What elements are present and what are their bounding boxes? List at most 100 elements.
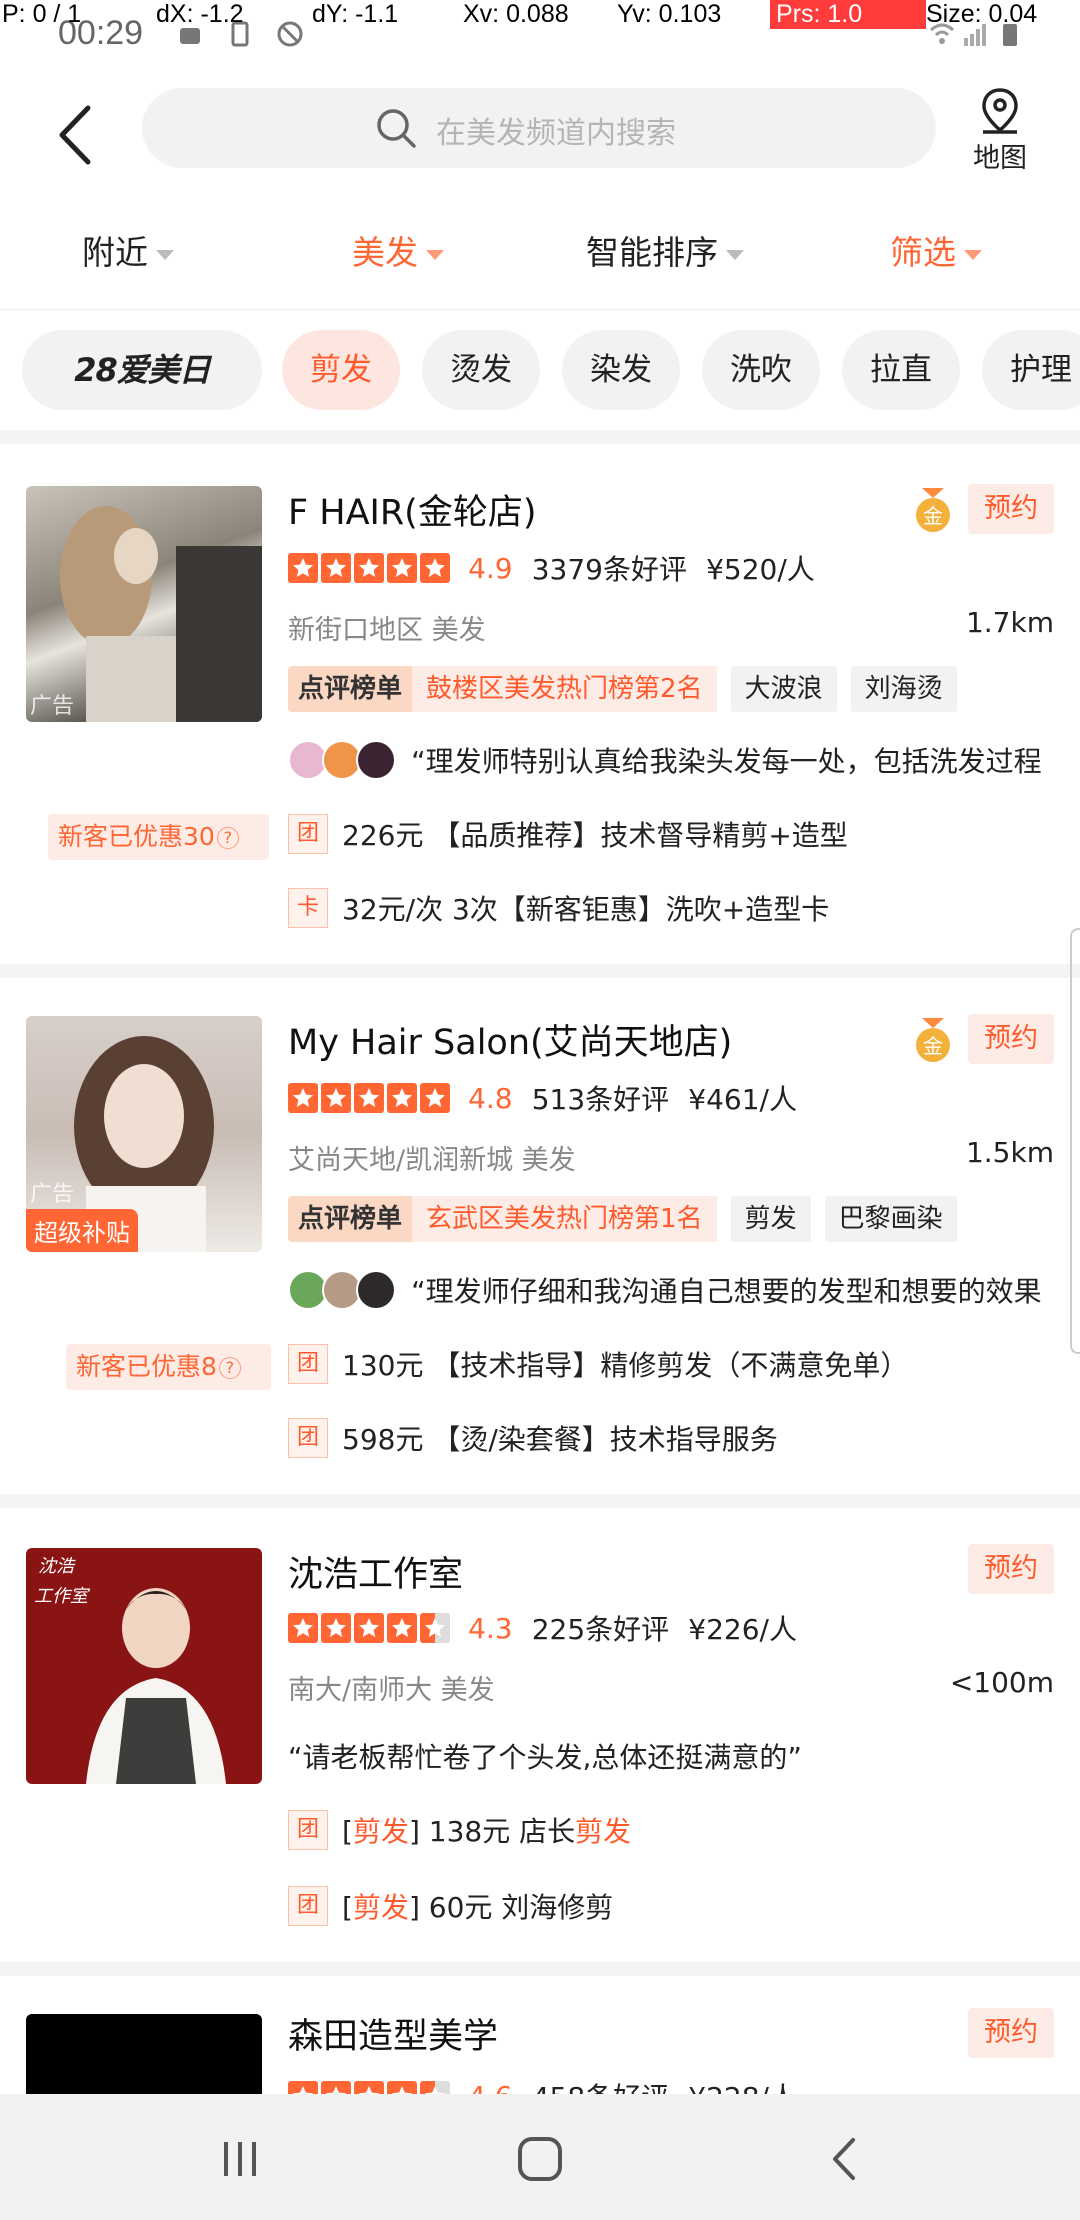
deal-item[interactable]: 团 598元 【烫/染套餐】技术指导服务: [288, 1418, 778, 1466]
pointer-debug-overlay: P: 0 / 1 dX: -1.2 dY: -1.1 Xv: 0.088 Yv:…: [0, 0, 1080, 34]
shop-area: 南大/南师大 美发: [288, 1675, 495, 1706]
shop-thumbnail[interactable]: 广告: [26, 486, 262, 722]
star-icon: [354, 1613, 384, 1643]
chip-dye[interactable]: 染发: [562, 330, 680, 410]
help-icon[interactable]: ?: [216, 827, 239, 849]
search-input[interactable]: 在美发频道内搜索: [142, 88, 936, 168]
shop-thumbnail[interactable]: 沈浩 工作室: [26, 1548, 262, 1784]
avatar: [356, 740, 396, 780]
ranking-text: 玄武区美发热门榜第1名: [412, 1196, 717, 1242]
rating-row: 4.8 513条好评 ¥461/人: [288, 1078, 797, 1118]
avg-price: ¥228/人: [688, 2076, 797, 2094]
rating-score: 4.9: [468, 551, 513, 585]
deal-item[interactable]: 团 [剪发] 138元 店长剪发: [288, 1810, 631, 1858]
shop-distance: 1.5km: [965, 1136, 1054, 1169]
book-button[interactable]: 预约: [968, 1544, 1054, 1594]
shop-thumbnail[interactable]: [26, 2014, 262, 2094]
review-snippet[interactable]: “理发师特别认真给我染头发每一处，包括洗发过程: [288, 738, 1058, 782]
shop-thumbnail[interactable]: 广告 超级补贴: [26, 1016, 262, 1252]
filter-category[interactable]: 美发: [352, 226, 444, 274]
map-label: 地图: [973, 143, 1027, 174]
help-icon[interactable]: ?: [218, 1357, 241, 1379]
star-icon: [288, 1613, 318, 1643]
shop-card[interactable]: 广告 F HAIR(金轮店) 金 预约 4.9 3379条好评 ¥520/人 新…: [0, 448, 1080, 968]
card-icon: 卡: [288, 888, 328, 928]
shop-photo: 沈浩工作室: [34, 1556, 226, 1784]
deal-item[interactable]: 团 [剪发] 60元 刘海修剪: [288, 1886, 613, 1934]
ranking-row[interactable]: 点评榜单 玄武区美发热门榜第1名 剪发 巴黎画染: [288, 1196, 957, 1242]
star-rating: [288, 1613, 453, 1643]
deal-bracket-open: [: [342, 1815, 353, 1848]
home-icon[interactable]: [510, 2134, 570, 2184]
gold-medal-icon: 金: [916, 1018, 950, 1062]
book-button[interactable]: 预约: [968, 484, 1054, 534]
back-arrow-icon[interactable]: [46, 100, 106, 170]
scroll-indicator[interactable]: [1070, 928, 1080, 1354]
filter-sort[interactable]: 智能排序: [586, 226, 744, 274]
svg-text:金: 金: [923, 1034, 943, 1058]
map-pin-icon: [982, 88, 1018, 134]
section-divider: [0, 964, 1080, 978]
chevron-down-icon: [156, 249, 174, 260]
shop-name[interactable]: My Hair Salon(艾尚天地店): [288, 1014, 732, 1065]
deal-item[interactable]: 团 226元 【品质推荐】技术督导精剪+造型: [288, 814, 848, 862]
star-icon: [321, 1613, 351, 1643]
shop-name[interactable]: 森田造型美学: [288, 2008, 498, 2059]
chevron-down-icon: [964, 249, 982, 260]
chevron-down-icon: [426, 249, 444, 260]
filter-nearby-label: 附近: [82, 233, 148, 272]
review-snippet[interactable]: “理发师仔细和我沟通自己想要的发型和想要的效果: [288, 1268, 1058, 1312]
review-text: “理发师特别认真给我染头发每一处，包括洗发过程: [411, 745, 1042, 778]
shop-tag[interactable]: 剪发: [730, 1196, 811, 1242]
star-icon: [420, 2081, 450, 2094]
chip-wash-blow[interactable]: 洗吹: [702, 330, 820, 410]
filter-sort-label: 智能排序: [586, 233, 718, 272]
back-icon[interactable]: [815, 2134, 875, 2184]
rating-row: 4.9 3379条好评 ¥520/人: [288, 548, 815, 588]
shop-card[interactable]: 森田造型美学 预约 4.6 458条好评 ¥228/人: [0, 1976, 1080, 2094]
deal-item[interactable]: 卡 32元/次 3次【新客钜惠】洗吹+造型卡: [288, 888, 829, 936]
review-count: 513条好评: [531, 1083, 670, 1116]
star-icon: [354, 553, 384, 583]
shop-name[interactable]: F HAIR(金轮店): [288, 484, 536, 535]
deal-item[interactable]: 团 130元 【技术指导】精修剪发（不满意免单）: [288, 1344, 908, 1392]
search-placeholder: 在美发频道内搜索: [436, 116, 676, 151]
debug-dx: dX: -1.2: [156, 0, 244, 28]
deal-keyword: 剪发: [352, 1815, 409, 1848]
svg-text:工作室: 工作室: [34, 1586, 91, 1607]
shop-tag[interactable]: 巴黎画染: [824, 1196, 957, 1242]
star-rating: [288, 2081, 453, 2094]
deal-text: 226元 【品质推荐】技术督导精剪+造型: [342, 819, 848, 852]
shop-card[interactable]: 广告 超级补贴 My Hair Salon(艾尚天地店) 金 预约 4.8 51…: [0, 978, 1080, 1494]
ad-label: 广告: [30, 694, 75, 719]
ranking-row[interactable]: 点评榜单 鼓楼区美发热门榜第2名 大波浪 刘海烫: [288, 666, 957, 712]
star-icon: [387, 2081, 417, 2094]
star-icon: [288, 553, 318, 583]
group-buy-icon: 团: [288, 1418, 328, 1458]
recent-apps-icon[interactable]: [210, 2134, 270, 2184]
ad-label: 广告: [30, 1182, 75, 1207]
avg-price: ¥461/人: [688, 1083, 797, 1116]
star-icon: [420, 1083, 450, 1113]
deal-text: 32元/次 3次【新客钜惠】洗吹+造型卡: [342, 893, 830, 926]
new-customer-discount: 新客已优惠8?: [66, 1344, 271, 1390]
filter-nearby[interactable]: 附近: [82, 226, 174, 274]
chip-care[interactable]: 护理: [982, 330, 1080, 410]
chip-perm[interactable]: 烫发: [422, 330, 540, 410]
chip-haircut[interactable]: 剪发: [282, 330, 400, 410]
deal-bracket-open: [: [342, 1891, 353, 1924]
chip-straighten[interactable]: 拉直: [842, 330, 960, 410]
shop-card[interactable]: 沈浩 工作室 沈浩工作室 预约 4.3 225条好评 ¥226/人 南大/南师大 …: [0, 1508, 1080, 1964]
chip-promo-logo[interactable]: 28爱美日: [22, 330, 262, 410]
shop-name[interactable]: 沈浩工作室: [288, 1546, 463, 1597]
map-button[interactable]: 地图: [960, 86, 1040, 186]
reviewer-avatars: [288, 1268, 406, 1312]
shop-tag[interactable]: 刘海烫: [850, 666, 957, 712]
star-icon: [288, 2081, 318, 2094]
filter-screen[interactable]: 筛选: [890, 226, 982, 274]
deal-keyword: 剪发: [352, 1891, 409, 1924]
shop-tag[interactable]: 大波浪: [730, 666, 837, 712]
review-quote[interactable]: “请老板帮忙卷了个头发,总体还挺满意的”: [288, 1736, 802, 1776]
book-button[interactable]: 预约: [968, 1014, 1054, 1064]
book-button[interactable]: 预约: [968, 2008, 1054, 2058]
